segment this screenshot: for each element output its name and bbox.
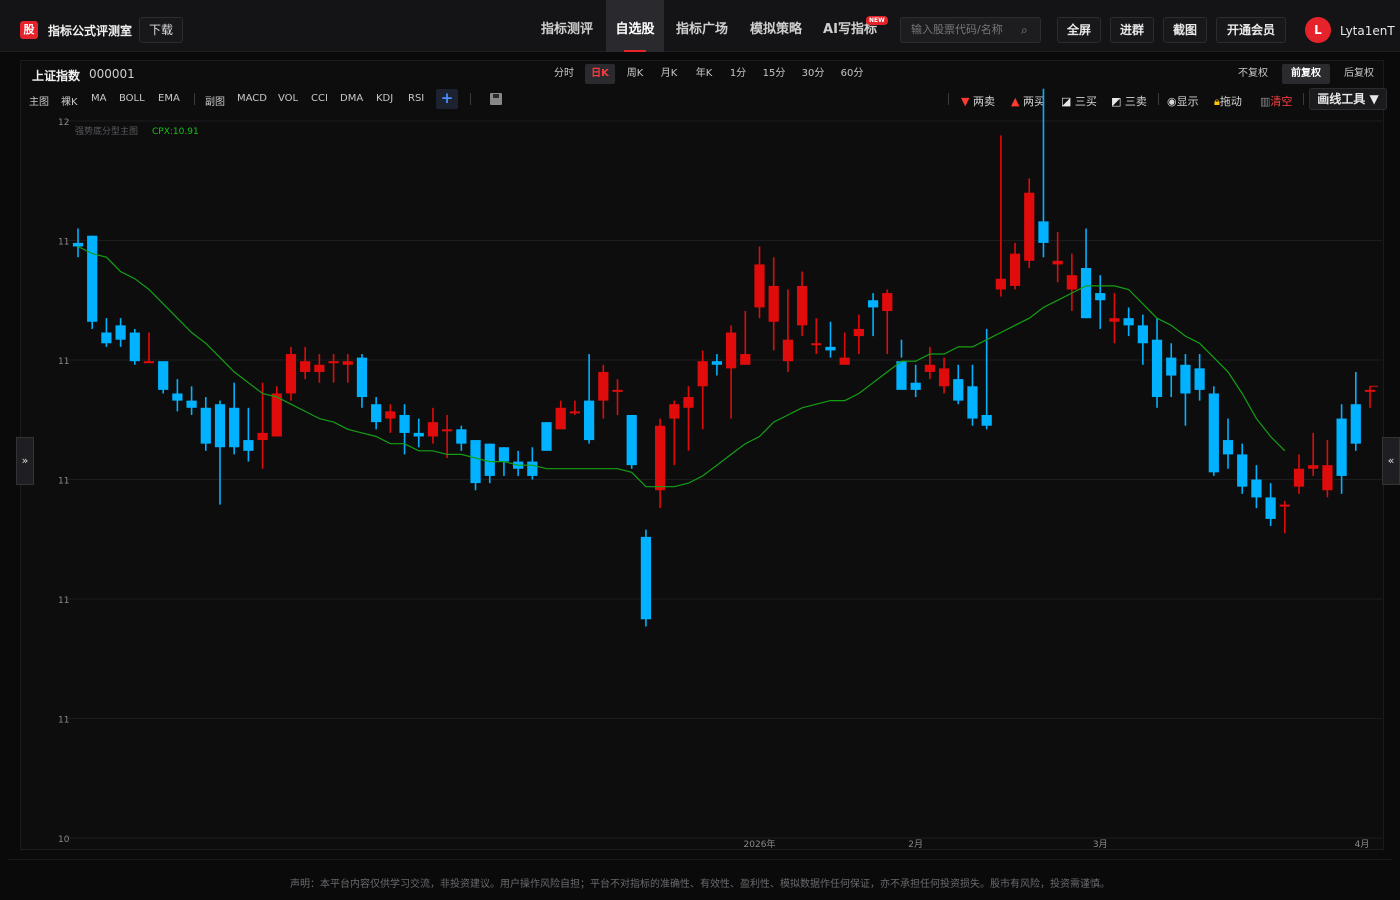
- ind-macd[interactable]: MACD: [237, 93, 267, 104]
- stock-name: 上证指数: [32, 69, 81, 83]
- divider: [194, 93, 195, 105]
- period-daily[interactable]: 日K: [585, 64, 615, 84]
- screenshot-button[interactable]: 截图: [1163, 17, 1207, 43]
- diagonal-icon: ◪: [1061, 95, 1072, 108]
- nav-indicator-square[interactable]: 指标广场: [664, 0, 740, 52]
- buy2-label: 两买: [1022, 95, 1045, 108]
- adjust-forward[interactable]: 前复权: [1282, 64, 1330, 84]
- buy3-tool[interactable]: ◪ 三买: [1061, 93, 1097, 109]
- buy2-tool[interactable]: ▲ 两买: [1011, 93, 1045, 109]
- chart-panel: [20, 60, 1384, 850]
- ind-rsi[interactable]: RSI: [408, 93, 424, 104]
- left-expand-tab[interactable]: »: [16, 437, 34, 485]
- period-1min[interactable]: 1分: [724, 64, 752, 84]
- show-label: 显示: [1176, 95, 1199, 108]
- period-weekly[interactable]: 周K: [620, 64, 650, 84]
- adjust-backward[interactable]: 后复权: [1338, 64, 1380, 84]
- save-icon[interactable]: [490, 93, 502, 105]
- ind-dma[interactable]: DMA: [340, 93, 363, 104]
- nav-watchlist[interactable]: 自选股: [606, 0, 664, 52]
- ind-cci[interactable]: CCI: [311, 93, 328, 104]
- ind-vol[interactable]: VOL: [278, 93, 298, 104]
- period-30min[interactable]: 30分: [797, 64, 829, 84]
- trash-icon: ▥: [1260, 95, 1271, 108]
- fullscreen-button[interactable]: 全屏: [1057, 17, 1101, 43]
- clear-tool[interactable]: ▥清空: [1260, 93, 1292, 109]
- drag-tool[interactable]: 🔒︎拖动: [1214, 93, 1242, 109]
- download-button[interactable]: 下载: [139, 17, 183, 43]
- stock-code: 000001: [89, 67, 135, 81]
- clear-label: 清空: [1270, 95, 1293, 108]
- sell2-label: 两卖: [972, 95, 995, 108]
- nav-ai-indicator[interactable]: AI写指标: [812, 0, 888, 52]
- ind-sub[interactable]: 副图: [205, 93, 225, 108]
- ind-ema[interactable]: EMA: [158, 93, 180, 104]
- search-icon[interactable]: ⌕: [1021, 23, 1028, 38]
- drag-label: 拖动: [1219, 95, 1242, 108]
- app-logo[interactable]: 股: [20, 21, 38, 39]
- up-triangle-icon: ▲: [1011, 95, 1020, 108]
- down-triangle-icon: ▼: [961, 95, 970, 108]
- divider: [470, 93, 471, 105]
- join-group-button[interactable]: 进群: [1110, 17, 1154, 43]
- top-bar: 股 指标公式评测室 下载 指标测评 自选股 指标广场 模拟策略 AI写指标 NE…: [0, 0, 1400, 52]
- avatar[interactable]: L: [1305, 17, 1331, 43]
- eye-icon: ◉: [1167, 95, 1177, 108]
- nav-sim-strategy[interactable]: 模拟策略: [740, 0, 812, 52]
- show-tool[interactable]: ◉显示: [1167, 93, 1199, 109]
- ind-kdj[interactable]: KDJ: [376, 93, 393, 104]
- sell3-tool[interactable]: ◩ 三卖: [1111, 93, 1147, 109]
- new-badge: NEW: [866, 16, 888, 25]
- ind-ma[interactable]: MA: [91, 93, 106, 104]
- nav-indicator-eval[interactable]: 指标测评: [528, 0, 606, 52]
- divider: [1303, 93, 1304, 105]
- period-intraday[interactable]: 分时: [549, 64, 579, 84]
- period-monthly[interactable]: 月K: [654, 64, 684, 84]
- period-yearly[interactable]: 年K: [689, 64, 719, 84]
- ind-main[interactable]: 主图: [29, 93, 49, 108]
- footer-divider: [8, 859, 1392, 860]
- sell3-label: 三卖: [1124, 95, 1147, 108]
- ind-boll[interactable]: BOLL: [119, 93, 145, 104]
- period-15min[interactable]: 15分: [758, 64, 790, 84]
- divider: [1158, 93, 1159, 105]
- search-input[interactable]: 输入股票代码/名称: [900, 17, 1041, 43]
- disclaimer: 声明：本平台内容仅供学习交流，非投资建议。用户操作风险自担；平台不对指标的准确性…: [290, 879, 1110, 890]
- buy3-label: 三买: [1074, 95, 1097, 108]
- sell2-tool[interactable]: ▼ 两卖: [961, 93, 995, 109]
- divider: [948, 93, 949, 105]
- adjust-none[interactable]: 不复权: [1232, 64, 1274, 84]
- add-indicator-button[interactable]: +: [436, 89, 458, 109]
- draw-tools-button[interactable]: 画线工具 ▼: [1309, 88, 1387, 110]
- brand-title[interactable]: 指标公式评测室: [48, 22, 132, 39]
- period-60min[interactable]: 60分: [836, 64, 868, 84]
- username[interactable]: Lyta1enT: [1340, 24, 1395, 38]
- diagonal-icon: ◩: [1111, 95, 1122, 108]
- right-expand-tab[interactable]: «: [1382, 437, 1400, 485]
- ind-naked-k[interactable]: 裸K: [61, 93, 78, 108]
- membership-button[interactable]: 开通会员: [1216, 17, 1286, 43]
